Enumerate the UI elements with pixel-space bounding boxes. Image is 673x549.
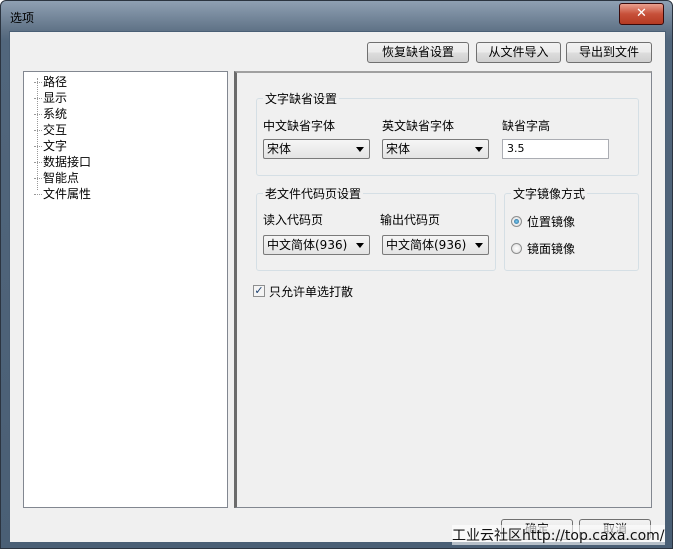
- default-height-input[interactable]: 3.5: [502, 139, 609, 159]
- options-dialog: 选项 ✕ 恢复缺省设置 从文件导入 导出到文件 路径 显示 系统 交互 文字 数…: [0, 0, 673, 549]
- output-codepage-label: 输出代码页: [380, 213, 441, 227]
- import-from-file-button[interactable]: 从文件导入: [476, 42, 561, 63]
- tree-item-label: 智能点: [43, 171, 80, 185]
- english-font-select[interactable]: 宋体: [382, 139, 489, 159]
- english-font-label: 英文缺省字体: [382, 119, 455, 133]
- text-defaults-group: 文字缺省设置: [256, 90, 639, 176]
- group-title: 文字镜像方式: [511, 185, 588, 202]
- watermark-text: 工业云社区http://top.caxa.com/: [452, 525, 665, 545]
- tree-item-system[interactable]: 系统: [34, 106, 67, 122]
- tree-item-data-interface[interactable]: 数据接口: [34, 154, 91, 170]
- read-codepage-value: 中文简体(936): [267, 238, 348, 252]
- chevron-down-icon: [475, 243, 483, 248]
- chinese-font-select[interactable]: 宋体: [263, 139, 370, 159]
- export-to-file-button[interactable]: 导出到文件: [566, 42, 652, 63]
- chinese-font-label: 中文缺省字体: [263, 119, 336, 133]
- output-codepage-value: 中文简体(936): [386, 238, 467, 252]
- chinese-font-value: 宋体: [267, 142, 292, 156]
- tree-item-label: 交互: [43, 123, 68, 137]
- surface-mirror-label: 镜面镜像: [527, 242, 576, 256]
- restore-defaults-button[interactable]: 恢复缺省设置: [367, 42, 469, 63]
- chevron-down-icon: [356, 243, 364, 248]
- tree-item-label: 路径: [43, 75, 68, 89]
- tree-item-text[interactable]: 文字: [34, 138, 67, 154]
- read-codepage-select[interactable]: 中文简体(936): [263, 235, 370, 255]
- english-font-value: 宋体: [386, 142, 411, 156]
- tree-item-label: 显示: [43, 91, 68, 105]
- tree-item-file-properties[interactable]: 文件属性: [34, 186, 91, 202]
- mirror-mode-group: 文字镜像方式: [504, 185, 639, 271]
- chevron-down-icon: [356, 147, 364, 152]
- title-bar[interactable]: 选项 ✕: [1, 1, 672, 31]
- window-title: 选项: [10, 11, 35, 25]
- height-label: 缺省字高: [502, 119, 551, 133]
- tree-item-label: 系统: [43, 107, 68, 121]
- group-title: 老文件代码页设置: [263, 185, 364, 202]
- surface-mirror-radio[interactable]: [511, 243, 522, 254]
- tree-item-smart-point[interactable]: 智能点: [34, 170, 79, 186]
- group-title: 文字缺省设置: [263, 90, 340, 107]
- dialog-body: 恢复缺省设置 从文件导入 导出到文件 路径 显示 系统 交互 文字 数据接口 智…: [9, 31, 666, 543]
- codepage-group: 老文件代码页设置: [256, 185, 496, 271]
- chevron-down-icon: [475, 147, 483, 152]
- output-codepage-select[interactable]: 中文简体(936): [382, 235, 489, 255]
- single-select-label: 只允许单选打散: [269, 285, 354, 299]
- tree-item-label: 文字: [43, 139, 68, 153]
- position-mirror-label: 位置镜像: [527, 215, 576, 229]
- close-button[interactable]: ✕: [619, 3, 664, 25]
- single-select-checkbox[interactable]: ✓: [253, 285, 265, 297]
- tree-item-label: 文件属性: [43, 187, 92, 201]
- tree-item-interaction[interactable]: 交互: [34, 122, 67, 138]
- tree-item-label: 数据接口: [43, 155, 92, 169]
- tree-item-path[interactable]: 路径: [34, 74, 67, 90]
- tree-item-display[interactable]: 显示: [34, 90, 67, 106]
- read-codepage-label: 读入代码页: [263, 213, 324, 227]
- settings-panel: 文字缺省设置 中文缺省字体 宋体 英文缺省字体 宋体 缺省字高 3.5 老文件代…: [234, 71, 652, 508]
- options-tree: 路径 显示 系统 交互 文字 数据接口 智能点 文件属性: [23, 71, 228, 508]
- position-mirror-radio[interactable]: [511, 216, 522, 227]
